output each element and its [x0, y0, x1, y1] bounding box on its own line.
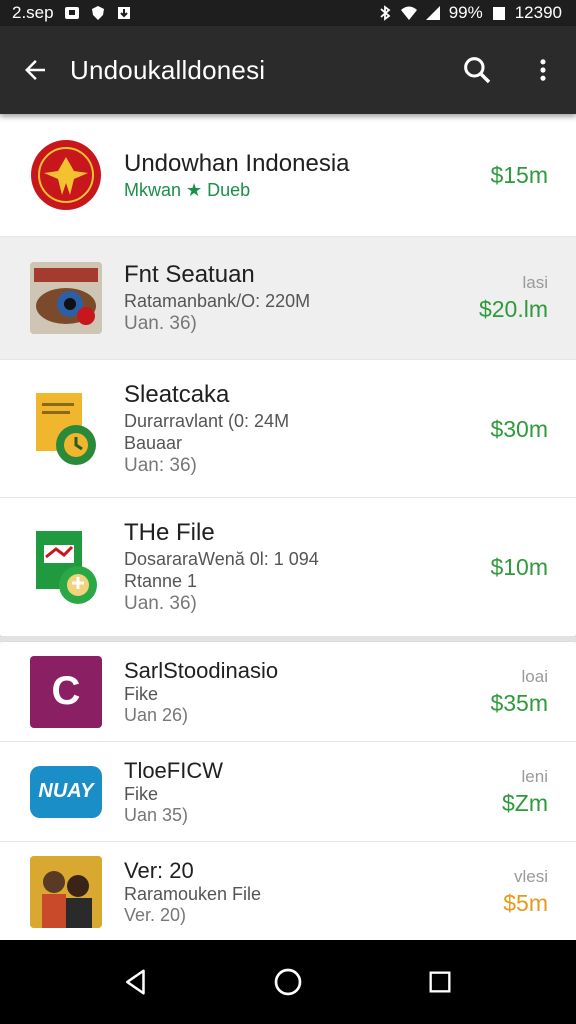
back-arrow-icon: [25, 60, 45, 80]
item-tag: vlesi: [513, 867, 548, 886]
app-icon: [30, 389, 102, 469]
list-item[interactable]: Fnt Seatuan Ratamanbank/O: 220M Uan. 36)…: [0, 237, 576, 360]
notification-icon: [64, 7, 79, 19]
app-logo-text: C: [51, 669, 81, 713]
item-tag: lasi: [522, 273, 548, 292]
home-circle-icon: [274, 968, 302, 996]
search-button[interactable]: [444, 26, 510, 114]
item-price: $Zm: [502, 789, 548, 816]
shield-icon: [91, 6, 104, 20]
item-price: $15m: [490, 162, 548, 188]
more-options-button[interactable]: [510, 26, 576, 114]
signal-icon: [425, 6, 440, 20]
item-price: $10m: [490, 554, 548, 580]
search-icon: [464, 57, 491, 84]
item-price: $30m: [490, 415, 548, 442]
photo-thumbnail-icon: [30, 262, 102, 334]
status-clock: 12390: [514, 3, 562, 22]
bluetooth-icon: [380, 5, 391, 21]
emblem-icon: [31, 140, 101, 210]
app-icon: [30, 139, 102, 211]
back-triangle-icon: [126, 969, 145, 995]
app-list: Undowhan Indonesia Mkwan ★ Dueb $15m Fnt…: [0, 114, 576, 942]
list-item[interactable]: C SarlStoodinasio Fike Uan 26) loai $35m: [0, 642, 576, 742]
app-icon: [30, 856, 102, 928]
nav-back-button[interactable]: [106, 952, 166, 1012]
item-tag: loai: [521, 666, 548, 686]
recents-square-icon: [429, 971, 451, 993]
app-bar: Undoukalldonesi: [0, 26, 576, 114]
list-item[interactable]: Ver: 20 Raramouken File Ver. 20) vlesi $…: [0, 842, 576, 942]
nav-recents-button[interactable]: [410, 952, 470, 1012]
app-icon: NUAY: [30, 765, 102, 818]
list-item[interactable]: THe File DosararaWenă 0l: 1 094 Rtanne 1…: [0, 498, 576, 636]
list-card-2: C SarlStoodinasio Fike Uan 26) loai $35m…: [0, 642, 576, 942]
file-badge-icon: [36, 531, 97, 604]
list-item[interactable]: Undowhan Indonesia Mkwan ★ Dueb $15m: [0, 114, 576, 237]
battery-percent: 99%: [448, 3, 483, 22]
item-price: $5m: [503, 890, 548, 916]
app-icon: [30, 527, 102, 607]
download-icon: [117, 7, 130, 19]
item-tag: leni: [521, 766, 548, 786]
list-item[interactable]: Sleatcaka Durarravlant (0: 24M Bauaar Ua…: [0, 360, 576, 498]
document-badge-icon: [36, 392, 96, 465]
more-vert-icon: [540, 59, 546, 81]
status-time-left: 2.sep: [12, 3, 54, 22]
nav-home-button[interactable]: [258, 952, 318, 1012]
item-price: $20.lm: [478, 296, 548, 322]
list-item[interactable]: NUAY TloeFICW Fike Uan 35) leni $Zm: [0, 742, 576, 842]
app-logo-text: NUAY: [38, 780, 94, 802]
back-button[interactable]: [0, 26, 70, 114]
battery-icon: [492, 7, 505, 20]
status-bar: 2.sep 99% 12390: [0, 0, 576, 26]
wifi-icon: [400, 6, 417, 20]
page-title: Undoukalldonesi: [70, 54, 266, 85]
navigation-bar: [0, 940, 576, 1024]
screen: 2.sep 99% 12390 Undoukalldonesi Undowhan…: [0, 0, 576, 1024]
app-icon: C: [30, 655, 102, 728]
app-icon: [30, 262, 102, 334]
item-price: $35m: [490, 689, 548, 716]
people-photo-icon: [30, 856, 102, 928]
list-card-1: Undowhan Indonesia Mkwan ★ Dueb $15m Fnt…: [0, 114, 576, 636]
